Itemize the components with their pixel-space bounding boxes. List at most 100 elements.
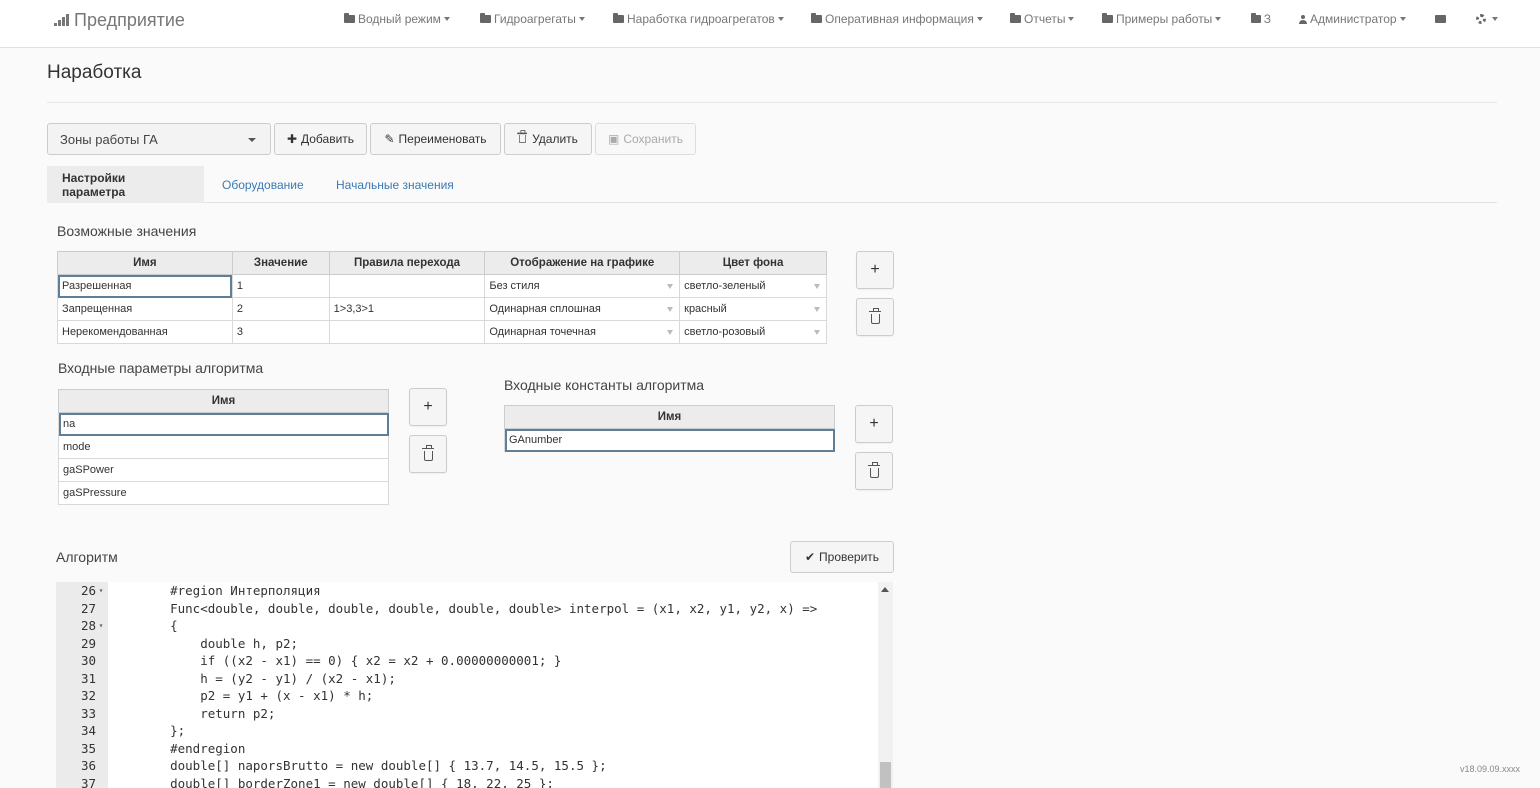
signal-bars-icon — [54, 14, 70, 26]
delete-button[interactable]: Удалить — [504, 123, 592, 155]
nav-admin[interactable]: Администратор — [1299, 10, 1406, 28]
rename-button[interactable]: ✎ Переименовать — [370, 123, 501, 155]
nav-messages[interactable] — [1435, 10, 1446, 28]
folder-icon — [613, 13, 624, 23]
cell-name[interactable]: Запрещенная — [57, 297, 233, 321]
column-header[interactable]: Цвет фона — [679, 251, 827, 275]
trash-icon — [517, 130, 527, 143]
cell-transition[interactable] — [328, 320, 486, 344]
gear-icon — [1476, 14, 1486, 24]
nav-hydro-runtime[interactable]: Наработка гидроагрегатов — [613, 10, 784, 28]
column-header[interactable]: Отображение на графике — [484, 251, 681, 275]
caret-down-icon — [248, 138, 256, 142]
delete-value-button[interactable] — [856, 298, 894, 336]
save-button[interactable]: ▣ Сохранить — [595, 123, 696, 155]
delete-param-button[interactable] — [409, 435, 447, 473]
line-number: 35 — [80, 740, 96, 756]
cell-value[interactable]: 1 — [231, 274, 330, 298]
table-row: na — [58, 412, 389, 436]
fold-arrow-icon[interactable]: ▾ — [96, 582, 106, 600]
code-text: if ((x2 - x1) == 0) { x2 = x2 + 0.000000… — [140, 653, 562, 668]
nav-water-regime[interactable]: Водный режим — [344, 10, 450, 28]
cell-display[interactable]: Одинарная сплошная — [484, 297, 681, 321]
nav-truncated[interactable]: З — [1251, 10, 1271, 28]
dropdown-arrow-icon — [814, 330, 820, 335]
column-header[interactable]: Имя — [58, 389, 389, 413]
add-param-button[interactable]: + — [409, 388, 447, 426]
user-icon — [1299, 14, 1307, 24]
cell-color[interactable]: светло-розовый — [679, 320, 827, 344]
envelope-icon — [1435, 15, 1446, 23]
add-button[interactable]: ✚ Добавить — [274, 123, 367, 155]
cell-color[interactable]: светло-зеленый — [679, 274, 827, 298]
add-const-button[interactable]: + — [855, 405, 893, 443]
folder-icon — [1102, 13, 1113, 23]
dropdown-arrow-icon — [814, 284, 820, 289]
nav-hydro-units[interactable]: Гидроагрегаты — [480, 10, 585, 28]
folder-icon — [344, 13, 355, 23]
param-cell[interactable]: gaSPower — [58, 458, 389, 482]
divider — [47, 102, 1497, 103]
cell-value[interactable]: 2 — [231, 297, 330, 321]
code-text: Func<double, double, double, double, dou… — [140, 600, 818, 616]
table-row: mode — [58, 435, 389, 459]
parameter-select[interactable]: Зоны работы ГА — [47, 123, 271, 155]
input-consts-title: Входные константы алгоритма — [504, 377, 705, 393]
code-text: }; — [140, 723, 186, 738]
const-cell[interactable]: GAnumber — [504, 428, 835, 452]
scroll-up-arrow-icon[interactable] — [881, 587, 889, 592]
param-cell[interactable]: gaSPressure — [58, 481, 389, 505]
input-params-table: Имя na mode gaSPower gaSPressure — [58, 389, 389, 505]
input-consts-table: Имя GAnumber — [504, 405, 835, 452]
tab-parameter-settings[interactable]: Настройки параметра — [47, 166, 204, 203]
line-number: 32 — [80, 688, 96, 703]
delete-const-button[interactable] — [855, 452, 893, 490]
cell-name[interactable]: Разрешенная — [57, 274, 233, 298]
fold-arrow-icon[interactable]: ▾ — [96, 617, 106, 635]
cell-color[interactable]: красный — [679, 297, 827, 321]
nav-reports[interactable]: Отчеты — [1010, 10, 1075, 28]
code-text: double[] borderZone1 = new double[] { 18… — [140, 775, 554, 788]
tab-equipment[interactable]: Оборудование — [222, 166, 304, 203]
line-number: 34 — [80, 723, 96, 738]
input-params-title: Входные параметры алгоритма — [58, 360, 264, 376]
code-editor[interactable]: 26 ▾ #region Интерполяция 27 Func<double, … — [56, 582, 893, 788]
caret-down-icon — [578, 17, 585, 21]
nav-settings[interactable] — [1476, 10, 1498, 28]
code-text: p2 = y1 + (x - x1) * h; — [140, 688, 374, 703]
cell-display[interactable]: Одинарная точечная — [484, 320, 681, 344]
nav-operational-info[interactable]: Оперативная информация — [811, 10, 983, 28]
check-button[interactable]: ✔ Проверить — [790, 541, 894, 573]
brand[interactable]: Предприятие — [54, 8, 185, 32]
column-header[interactable]: Имя — [57, 251, 233, 275]
line-number: 33 — [80, 705, 96, 721]
cell-transition[interactable]: 1>3,3>1 — [328, 297, 486, 321]
param-cell[interactable]: na — [58, 412, 389, 436]
caret-down-icon — [1492, 17, 1498, 21]
possible-values-title: Возможные значения — [57, 223, 197, 239]
nav-examples[interactable]: Примеры работы — [1102, 10, 1222, 28]
dropdown-arrow-icon — [667, 284, 674, 289]
dropdown-arrow-icon — [667, 307, 674, 312]
cell-display[interactable]: Без стиля — [484, 274, 681, 298]
add-value-button[interactable]: + — [856, 251, 894, 289]
caret-down-icon — [777, 17, 784, 21]
checkmark-icon: ✔ — [804, 550, 816, 564]
tab-initial-values[interactable]: Начальные значения — [336, 166, 454, 203]
plus-icon: + — [870, 261, 880, 278]
caret-down-icon — [1215, 17, 1222, 21]
table-row: Запрещенная 2 1>3,3>1 Одинарная сплошная… — [57, 297, 827, 321]
cell-transition[interactable] — [328, 274, 486, 298]
cell-name[interactable]: Нерекомендованная — [57, 320, 233, 344]
editor-scrollbar[interactable] — [878, 582, 893, 788]
trash-icon — [867, 461, 880, 478]
column-header[interactable]: Правила перехода — [328, 251, 486, 275]
column-header[interactable]: Значение — [231, 251, 330, 275]
dropdown-arrow-icon — [667, 330, 674, 335]
scroll-thumb[interactable] — [880, 762, 891, 788]
algorithm-title: Алгоритм — [56, 549, 118, 565]
param-cell[interactable]: mode — [58, 435, 389, 459]
table-row: Нерекомендованная 3 Одинарная точечная с… — [57, 320, 827, 344]
column-header[interactable]: Имя — [504, 405, 835, 429]
cell-value[interactable]: 3 — [231, 320, 330, 344]
